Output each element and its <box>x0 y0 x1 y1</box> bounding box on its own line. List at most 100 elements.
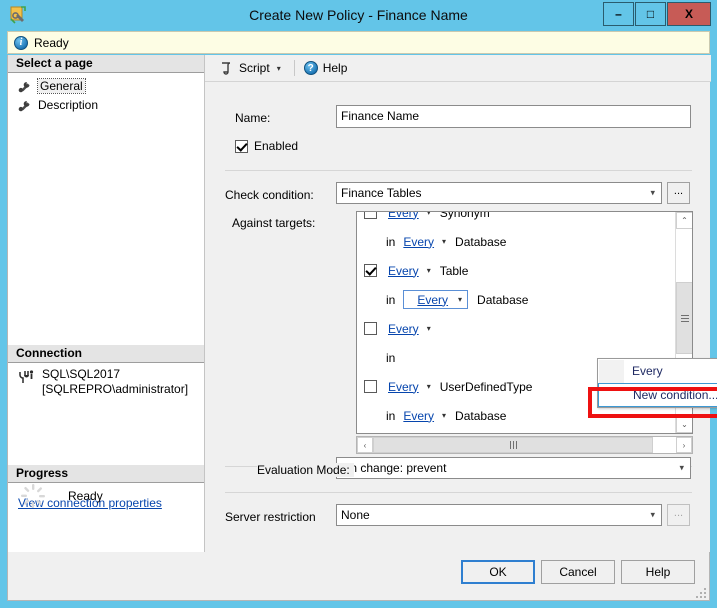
connection-header: Connection <box>8 345 204 363</box>
scope-combo-open[interactable]: Every ▾ <box>403 290 469 309</box>
sidebar-item-general[interactable]: General <box>18 77 86 95</box>
check-condition-value: Finance Tables <box>341 186 422 200</box>
check-condition-browse-button[interactable]: ... <box>667 182 690 204</box>
table-row[interactable]: in Every ▾ Database <box>357 227 677 256</box>
table-row[interactable]: Every ▾ <box>357 314 677 343</box>
server-restriction-label: Server restriction <box>225 510 316 524</box>
evaluation-mode-label: Evaluation Mode: <box>257 463 354 477</box>
scope-dropdown-menu[interactable]: Every New condition... <box>597 358 717 408</box>
connection-user: [SQLREPRO\administrator] <box>42 382 189 396</box>
in-word-label: in <box>386 292 396 307</box>
maximize-button[interactable]: □ <box>635 2 666 26</box>
ok-button[interactable]: OK <box>461 560 535 584</box>
check-condition-label: Check condition: <box>225 188 314 202</box>
policy-form-pane: Script ▾ ? Help Name: Finance Name Enabl… <box>204 55 717 552</box>
connection-server: SQL\SQL2017 <box>42 367 121 381</box>
toolbar-separator <box>293 60 295 76</box>
sidebar-item-label: General <box>37 78 86 94</box>
in-word-label: in <box>386 408 396 423</box>
every-link[interactable]: Every <box>388 380 419 394</box>
chevron-down-icon: ▾ <box>650 509 655 520</box>
dialog-footer: OK Cancel Help <box>7 552 710 601</box>
chevron-down-icon[interactable]: ▾ <box>277 64 281 73</box>
cancel-button[interactable]: Cancel <box>541 560 615 584</box>
chevron-down-icon: ▾ <box>650 187 655 198</box>
chevron-down-icon[interactable]: ▾ <box>458 295 462 304</box>
help-button[interactable]: Help <box>621 560 695 584</box>
form-toolbar: Script ▾ ? Help <box>205 55 711 82</box>
window-controls: – □ X <box>602 2 711 26</box>
script-icon <box>222 62 231 75</box>
spinner-icon <box>21 484 45 508</box>
chevron-down-icon[interactable]: ▾ <box>427 212 431 217</box>
connection-text: SQL\SQL2017 [SQLREPRO\administrator] <box>42 367 188 397</box>
against-targets-label: Against targets: <box>232 216 316 230</box>
grip-icon <box>680 313 689 324</box>
tree-horizontal-scrollbar[interactable]: ‹ › <box>356 436 693 454</box>
table-row[interactable]: Every ▾ Synonym <box>357 211 677 227</box>
evaluation-mode-combo[interactable]: On change: prevent ▾ <box>336 457 691 479</box>
info-icon: i <box>14 35 28 50</box>
chevron-down-icon[interactable]: ▾ <box>427 266 431 275</box>
server-restriction-combo[interactable]: None ▾ <box>336 504 662 526</box>
target-checkbox[interactable] <box>364 322 377 335</box>
progress-header: Progress <box>8 465 204 483</box>
sidebar-item-label: Description <box>38 98 99 112</box>
page-selector-panel: Select a page General Description Connec… <box>8 55 204 552</box>
every-link[interactable]: Every <box>388 322 419 336</box>
resize-grip-icon[interactable] <box>694 586 706 598</box>
divider-bottom <box>225 492 692 493</box>
chevron-down-icon[interactable]: ▾ <box>442 237 446 246</box>
vertical-scroll-thumb[interactable] <box>676 282 692 354</box>
chevron-down-icon[interactable]: ▾ <box>427 324 431 333</box>
every-link[interactable]: Every <box>403 235 434 249</box>
chevron-down-icon[interactable]: ▾ <box>442 411 446 420</box>
target-type-label: Synonym <box>439 211 490 220</box>
enabled-checkbox[interactable] <box>235 140 248 153</box>
help-button[interactable]: ? Help <box>301 59 351 77</box>
help-label: Help <box>322 61 348 75</box>
script-button[interactable]: Script ▾ <box>217 59 284 77</box>
in-word-label: in <box>386 234 396 249</box>
wrench-icon <box>18 81 30 93</box>
minimize-button[interactable]: – <box>603 2 634 26</box>
scroll-up-icon[interactable]: ⌃ <box>676 212 692 229</box>
check-condition-combo[interactable]: Finance Tables ▾ <box>336 182 662 204</box>
help-question-icon: ? <box>303 61 318 75</box>
status-banner-text: Ready <box>34 35 69 50</box>
progress-info: Ready <box>20 483 200 509</box>
target-type-label: Table <box>439 263 469 278</box>
scope-type-label: Database <box>455 234 507 249</box>
scope-type-label: Database <box>477 292 529 307</box>
every-link[interactable]: Every <box>388 264 419 278</box>
chevron-down-icon[interactable]: ▾ <box>427 382 431 391</box>
sidebar-item-description[interactable]: Description <box>18 96 98 114</box>
scroll-down-icon[interactable]: ⌄ <box>676 416 692 433</box>
dialog-client-area: Select a page General Description Connec… <box>7 55 717 552</box>
name-label: Name: <box>235 111 271 125</box>
enabled-label: Enabled <box>254 139 299 153</box>
divider-top <box>225 170 692 171</box>
scroll-left-icon[interactable]: ‹ <box>357 437 373 453</box>
scroll-right-icon[interactable]: › <box>676 437 692 453</box>
close-button[interactable]: X <box>667 2 711 26</box>
chevron-down-icon: ▾ <box>679 462 684 473</box>
scope-type-label: Database <box>455 408 507 423</box>
table-row[interactable]: in Every ▾ Database <box>357 285 677 314</box>
dropdown-item-every[interactable]: Every <box>598 359 717 383</box>
target-checkbox[interactable] <box>364 212 377 219</box>
every-link[interactable]: Every <box>403 409 434 423</box>
every-link[interactable]: Every <box>388 212 419 220</box>
table-row[interactable]: Every ▾ Table <box>357 256 677 285</box>
dropdown-item-new-condition[interactable]: New condition... <box>598 383 717 407</box>
every-link[interactable]: Every <box>417 293 448 307</box>
in-word-label: in <box>386 350 396 365</box>
target-checkbox[interactable] <box>364 264 377 277</box>
target-checkbox[interactable] <box>364 380 377 393</box>
select-a-page-header: Select a page <box>8 55 204 73</box>
horizontal-scroll-thumb[interactable] <box>373 437 653 453</box>
script-label: Script <box>239 61 270 75</box>
wrench-icon <box>18 100 30 112</box>
status-banner: i Ready <box>7 31 710 54</box>
name-input[interactable]: Finance Name <box>336 105 691 128</box>
